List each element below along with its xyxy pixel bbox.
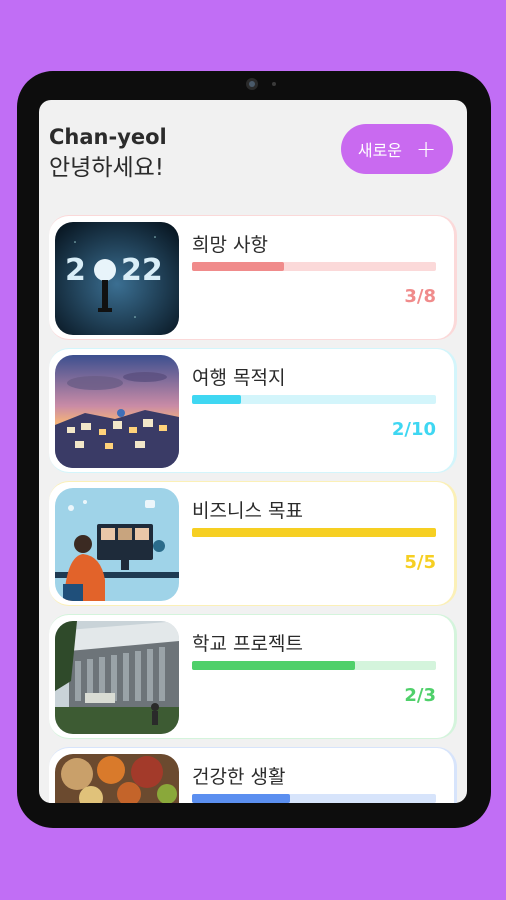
new-button-label: 새로운 bbox=[357, 141, 403, 160]
goal-title: 학교 프로젝트 bbox=[192, 633, 303, 655]
goal-title: 희망 사항 bbox=[192, 234, 268, 256]
progress-fill bbox=[192, 528, 436, 537]
goal-list: 2 22 희망 사항 3/8 여행 목적지 2/10 비즈니스 목표 5/5 학… bbox=[49, 215, 461, 803]
greeting-text: 안녕하세요! bbox=[49, 155, 165, 181]
new-list-button[interactable]: 새로운 + bbox=[341, 124, 453, 174]
goal-card-wishes[interactable]: 2 22 희망 사항 3/8 bbox=[49, 215, 457, 340]
svg-text:22: 22 bbox=[121, 253, 163, 288]
progress-fill bbox=[192, 262, 284, 271]
goal-title: 건강한 생활 bbox=[192, 766, 286, 788]
2022-moon-image: 2 22 bbox=[55, 222, 179, 335]
progress-fill bbox=[192, 794, 290, 803]
goal-card-travel[interactable]: 여행 목적지 2/10 bbox=[49, 348, 457, 473]
goal-card-school[interactable]: 학교 프로젝트 2/3 bbox=[49, 614, 457, 739]
camera-icon bbox=[246, 78, 258, 90]
progress-track bbox=[192, 395, 436, 404]
video-meeting-image bbox=[55, 488, 179, 601]
goal-count: 2/3 bbox=[404, 685, 436, 706]
healthy-food-image bbox=[55, 754, 179, 803]
goal-title: 여행 목적지 bbox=[192, 367, 286, 389]
progress-track bbox=[192, 794, 436, 803]
user-name: Chan-yeol bbox=[49, 125, 167, 149]
progress-track bbox=[192, 528, 436, 537]
progress-track bbox=[192, 262, 436, 271]
goal-count: 3/8 bbox=[404, 286, 436, 307]
app-screen: Chan-yeol 안녕하세요! 새로운 + 2 22 희망 사항 3/8 여행… bbox=[39, 100, 467, 803]
school-building-image bbox=[55, 621, 179, 734]
tablet-frame: Chan-yeol 안녕하세요! 새로운 + 2 22 희망 사항 3/8 여행… bbox=[17, 71, 491, 828]
sensor-dot bbox=[272, 82, 276, 86]
goal-count: 5/5 bbox=[404, 552, 436, 573]
greeting: Chan-yeol 안녕하세요! bbox=[49, 122, 167, 184]
goal-title: 비즈니스 목표 bbox=[192, 500, 303, 522]
goal-card-health[interactable]: 건강한 생활 bbox=[49, 747, 457, 803]
svg-text:2: 2 bbox=[65, 253, 86, 288]
goal-count: 2/10 bbox=[391, 419, 436, 440]
santorini-image bbox=[55, 355, 179, 468]
goal-card-business[interactable]: 비즈니스 목표 5/5 bbox=[49, 481, 457, 606]
progress-fill bbox=[192, 395, 241, 404]
plus-icon: + bbox=[416, 135, 437, 163]
progress-fill bbox=[192, 661, 355, 670]
progress-track bbox=[192, 661, 436, 670]
